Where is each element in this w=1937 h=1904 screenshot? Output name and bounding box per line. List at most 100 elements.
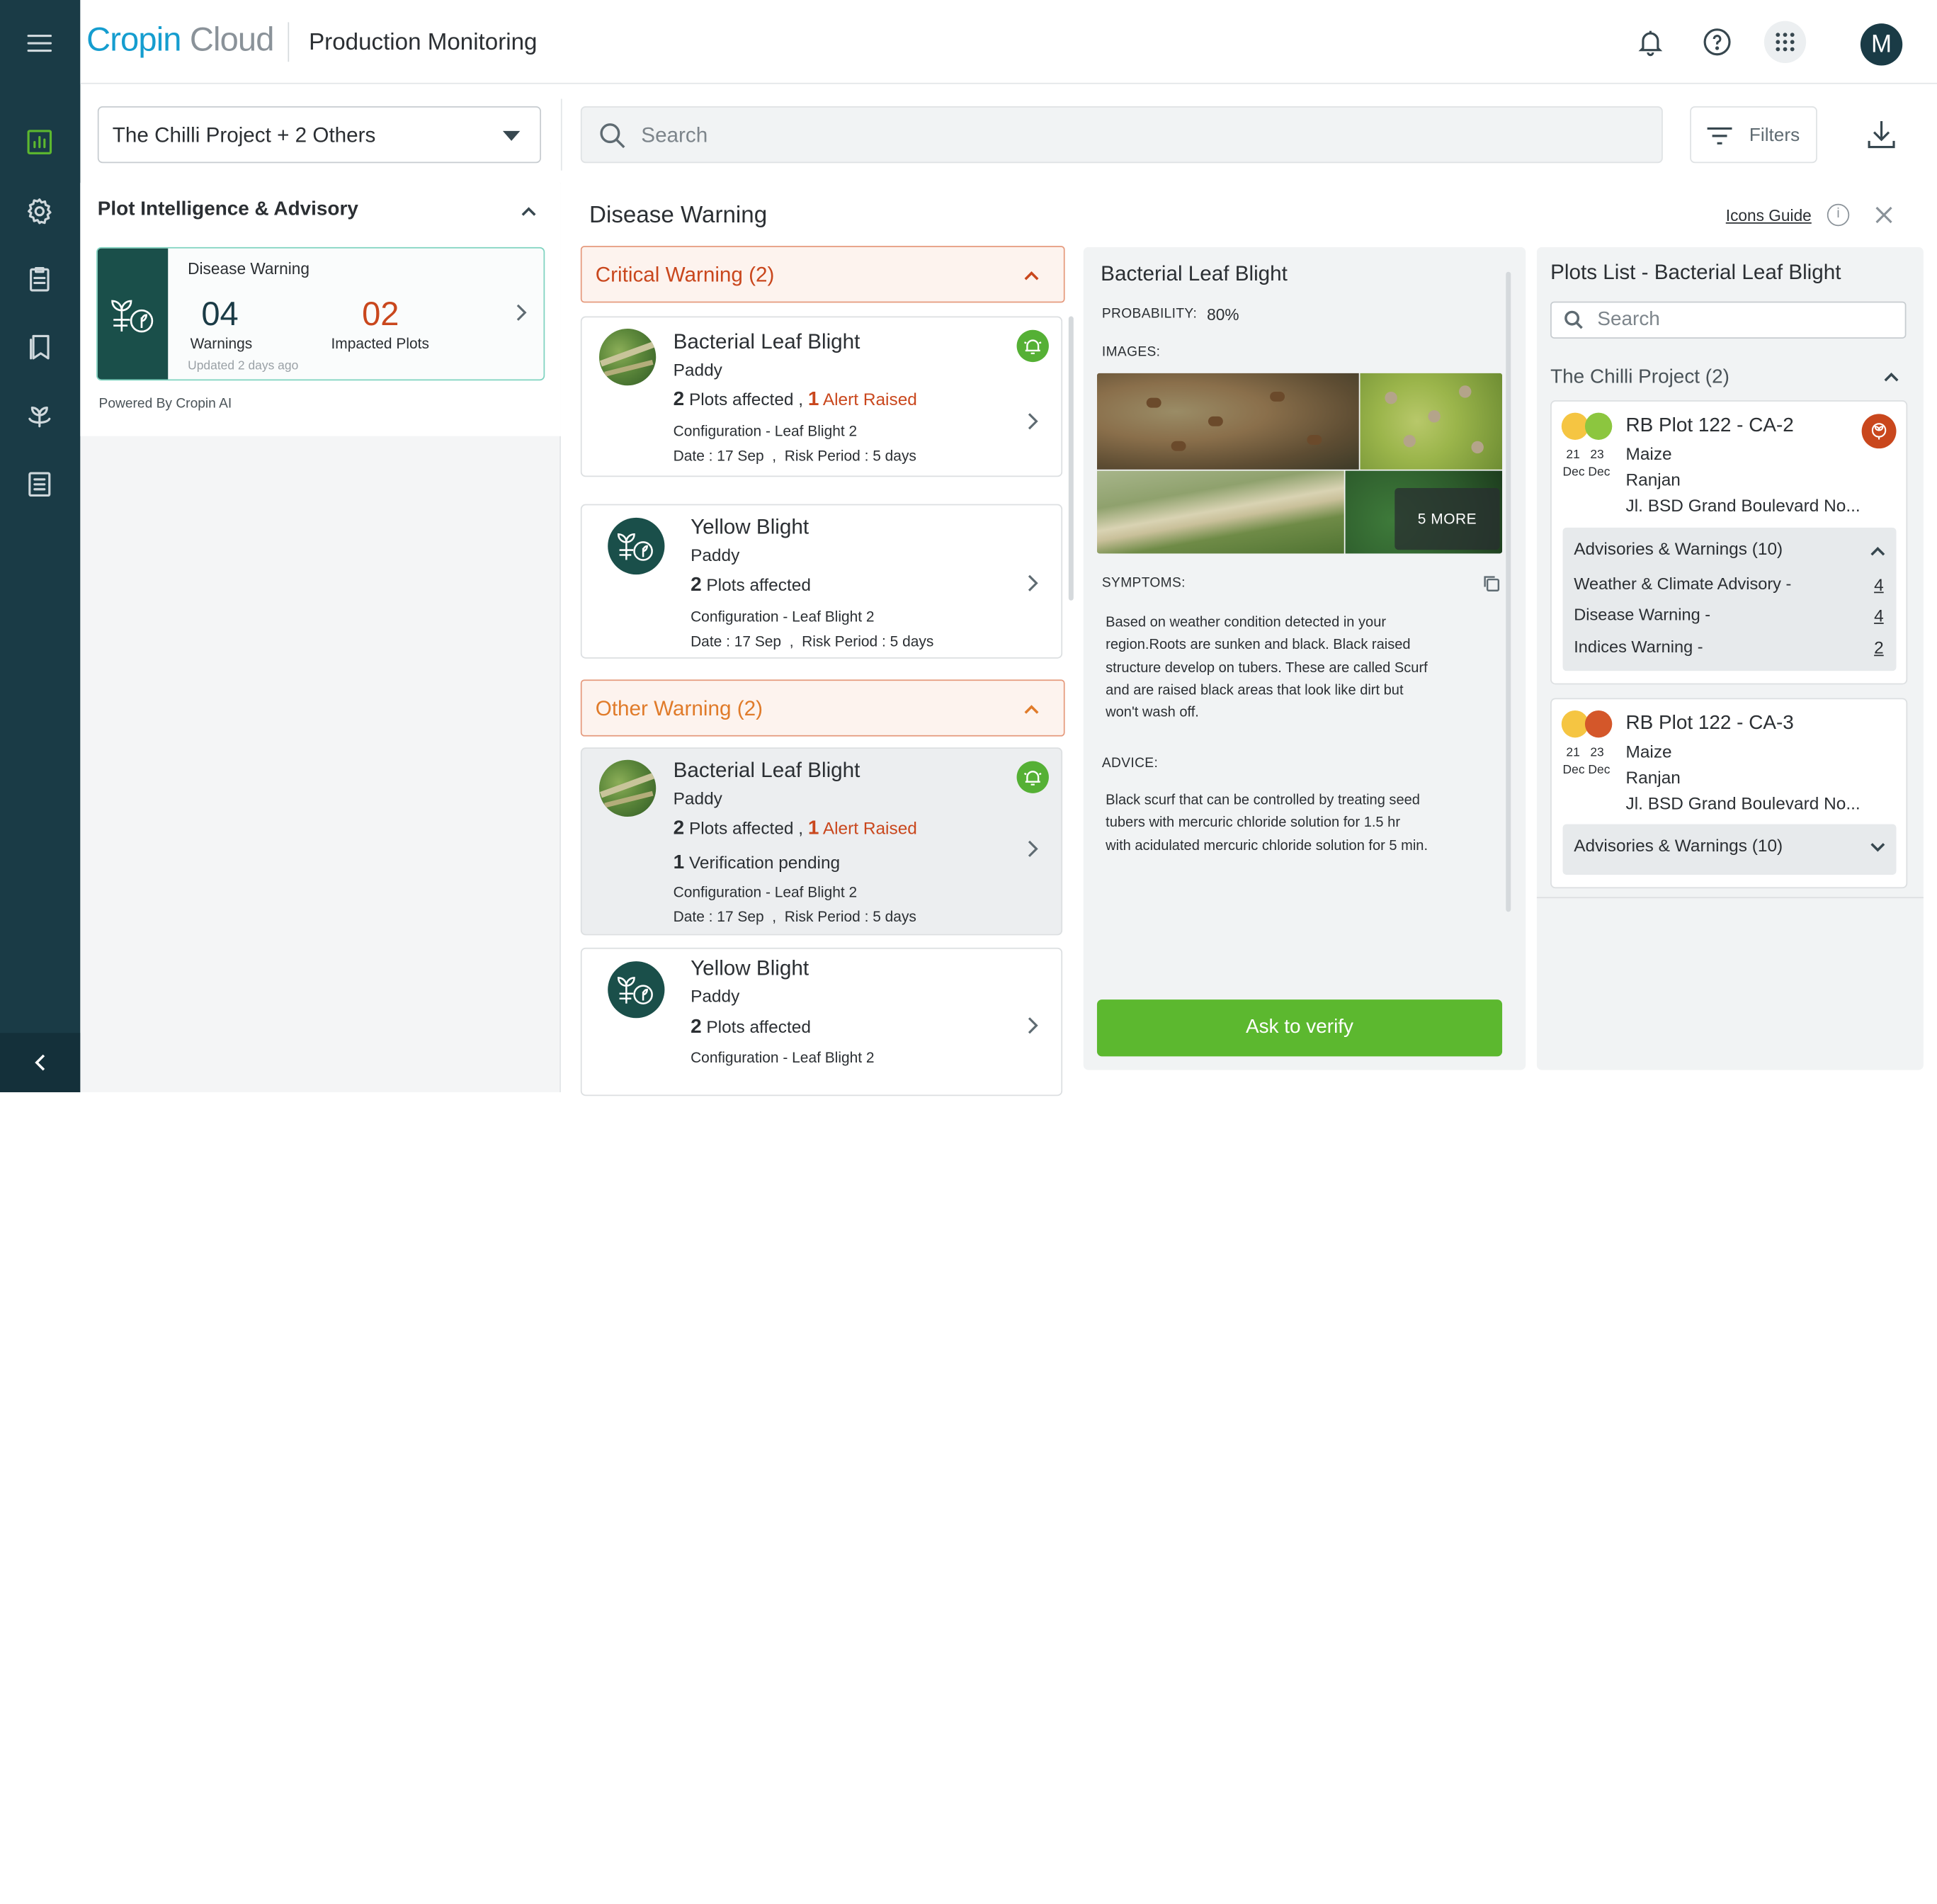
download-icon[interactable] [1863,116,1899,153]
settings-icon[interactable] [22,194,57,229]
disease-strip [97,248,169,380]
filter-icon [1707,127,1732,144]
sidebar [0,0,81,1092]
caret-down-icon [502,130,521,141]
other-warning-header[interactable]: Other Warning (2) [580,679,1065,737]
advisory-count-link[interactable]: 4 [1874,606,1884,625]
icons-guide-link[interactable]: Icons Guide [1726,206,1812,225]
critical-warning-header[interactable]: Critical Warning (2) [580,246,1065,303]
user-avatar[interactable]: M [1860,23,1903,66]
crop-name: Paddy [691,985,740,1006]
page-title: Production Monitoring [309,29,538,56]
close-icon[interactable] [1875,206,1892,224]
disease-card[interactable]: Yellow Blight Paddy 2 Plots affected Con… [580,947,1063,1096]
help-icon[interactable] [1700,25,1734,60]
advisory-count-link[interactable]: 4 [1874,574,1884,594]
plots-affected: 2 Plots affected , 1 Alert Raised [673,389,917,411]
hamburger-menu-icon[interactable] [22,26,57,61]
advice-label: ADVICE: [1101,756,1159,771]
project-select[interactable]: The Chilli Project + 2 Others [97,106,542,164]
impacted-count: 02 [362,295,399,333]
plot-dates: 21 23 Dec Dec [1562,746,1611,778]
list-icon[interactable] [22,467,57,502]
plot-farmer: Ranjan [1625,767,1681,788]
alert-raised-icon[interactable] [1016,761,1049,793]
chevron-right-icon [1028,1017,1038,1034]
advisory-label: Indices Warning - [1574,638,1703,657]
header-divider [288,22,290,62]
status-dot [1584,710,1613,738]
detail-scrollbar[interactable] [1506,271,1511,912]
plant-disease-icon [608,517,665,575]
disease-card[interactable]: Bacterial Leaf Blight Paddy 2 Plots affe… [580,316,1063,477]
notification-bell-icon[interactable] [1633,25,1668,60]
disease-name: Bacterial Leaf Blight [673,759,860,783]
ask-to-verify-button[interactable]: Ask to verify [1096,999,1503,1057]
images-label: IMAGES: [1101,344,1161,360]
panel-title: Disease Warning [589,203,768,229]
advisory-label: Weather & Climate Advisory - [1574,574,1792,594]
probability-value: 80% [1207,305,1239,324]
plot-name: RB Plot 122 - CA-3 [1625,713,1794,735]
plot-card[interactable]: 21 23 Dec Dec RB Plot 122 - CA-2 Maize Ra… [1550,400,1908,685]
disease-image[interactable] [1096,373,1359,470]
verification-pending: 1 Verification pending [673,852,841,874]
disease-image[interactable] [1360,373,1503,470]
disease-images[interactable]: 5 MORE [1096,373,1503,554]
search-icon [1564,310,1583,329]
configuration-text: Configuration - Leaf Blight 2 [673,422,858,440]
info-icon[interactable]: i [1827,203,1850,227]
copy-icon[interactable] [1482,574,1500,591]
divider [1536,897,1924,899]
main-panel: Disease Warning Icons Guide i Critical W… [562,183,1937,1096]
disease-alert-icon[interactable] [1861,414,1897,449]
chevron-left-icon [34,1054,45,1071]
symptoms-text: Based on weather condition detected in y… [1106,615,1428,721]
cropin-logo: Cropin Cloud [86,21,274,58]
plot-card[interactable]: 21 23 Dec Dec RB Plot 122 - CA-3 Maize Ra… [1550,698,1908,889]
crop-name: Paddy [673,359,722,380]
chevron-right-icon [1028,413,1038,430]
bookmarks-icon[interactable] [22,330,57,365]
plots-affected: 2 Plots affected , 1 Alert Raised [673,817,917,839]
clipboard-icon[interactable] [22,262,57,297]
chevron-right-icon [1028,574,1038,591]
apps-grid-icon[interactable] [1763,21,1807,63]
configuration-text: Configuration - Leaf Blight 2 [673,883,858,901]
advisory-count-link[interactable]: 2 [1874,638,1884,657]
date-risk: Date : 17 Sep , Risk Period : 5 days [691,633,934,650]
search-placeholder: Search [641,123,708,147]
plots-list-panel: Plots List - Bacterial Leaf Blight Searc… [1536,246,1924,1070]
plots-affected: 2 Plots affected [691,1016,811,1038]
chevron-up-icon[interactable] [520,203,537,220]
advisories-header[interactable]: Advisories & Warnings (10) [1574,835,1783,855]
advisories-box[interactable]: Advisories & Warnings (10) [1562,824,1897,875]
search-input[interactable]: Search [580,106,1663,164]
disease-card-selected[interactable]: Bacterial Leaf Blight Paddy 2 Plots affe… [580,747,1063,936]
collapse-sidebar-button[interactable] [0,1033,81,1092]
plot-crop: Maize [1625,443,1672,464]
advisories-header[interactable]: Advisories & Warnings (10) [1574,539,1783,559]
other-warning-title: Other Warning (2) [595,696,763,720]
left-panel: Plot Intelligence & Advisory Disease War… [80,183,561,1092]
advice-text: Black scurf that can be controlled by tr… [1106,793,1428,854]
alert-raised-icon[interactable] [1016,329,1049,363]
warnings-scrollbar[interactable] [1068,316,1074,601]
disease-image[interactable] [1096,470,1344,554]
plots-search-input[interactable]: Search [1550,301,1907,339]
card-label: Disease Warning [188,259,309,278]
chevron-up-icon[interactable] [1869,543,1886,560]
disease-warning-card[interactable]: Disease Warning 04 02 Warnings Impacted … [96,246,545,381]
more-images-button[interactable]: 5 MORE [1394,487,1500,550]
disease-card[interactable]: Yellow Blight Paddy 2 Plots affected Con… [580,504,1063,659]
chevron-down-icon[interactable] [1869,839,1886,856]
filters-button[interactable]: Filters [1690,106,1817,164]
chevron-up-icon[interactable] [1882,368,1899,385]
plant-icon[interactable] [22,398,57,433]
warnings-count: 04 [201,295,239,333]
dashboard-icon[interactable] [22,125,57,159]
probability-label: PROBABILITY: [1101,306,1198,322]
plots-list-title: Plots List - Bacterial Leaf Blight [1550,261,1841,285]
powered-by: Powered By Cropin AI [98,396,232,412]
crop-name: Paddy [691,545,740,565]
